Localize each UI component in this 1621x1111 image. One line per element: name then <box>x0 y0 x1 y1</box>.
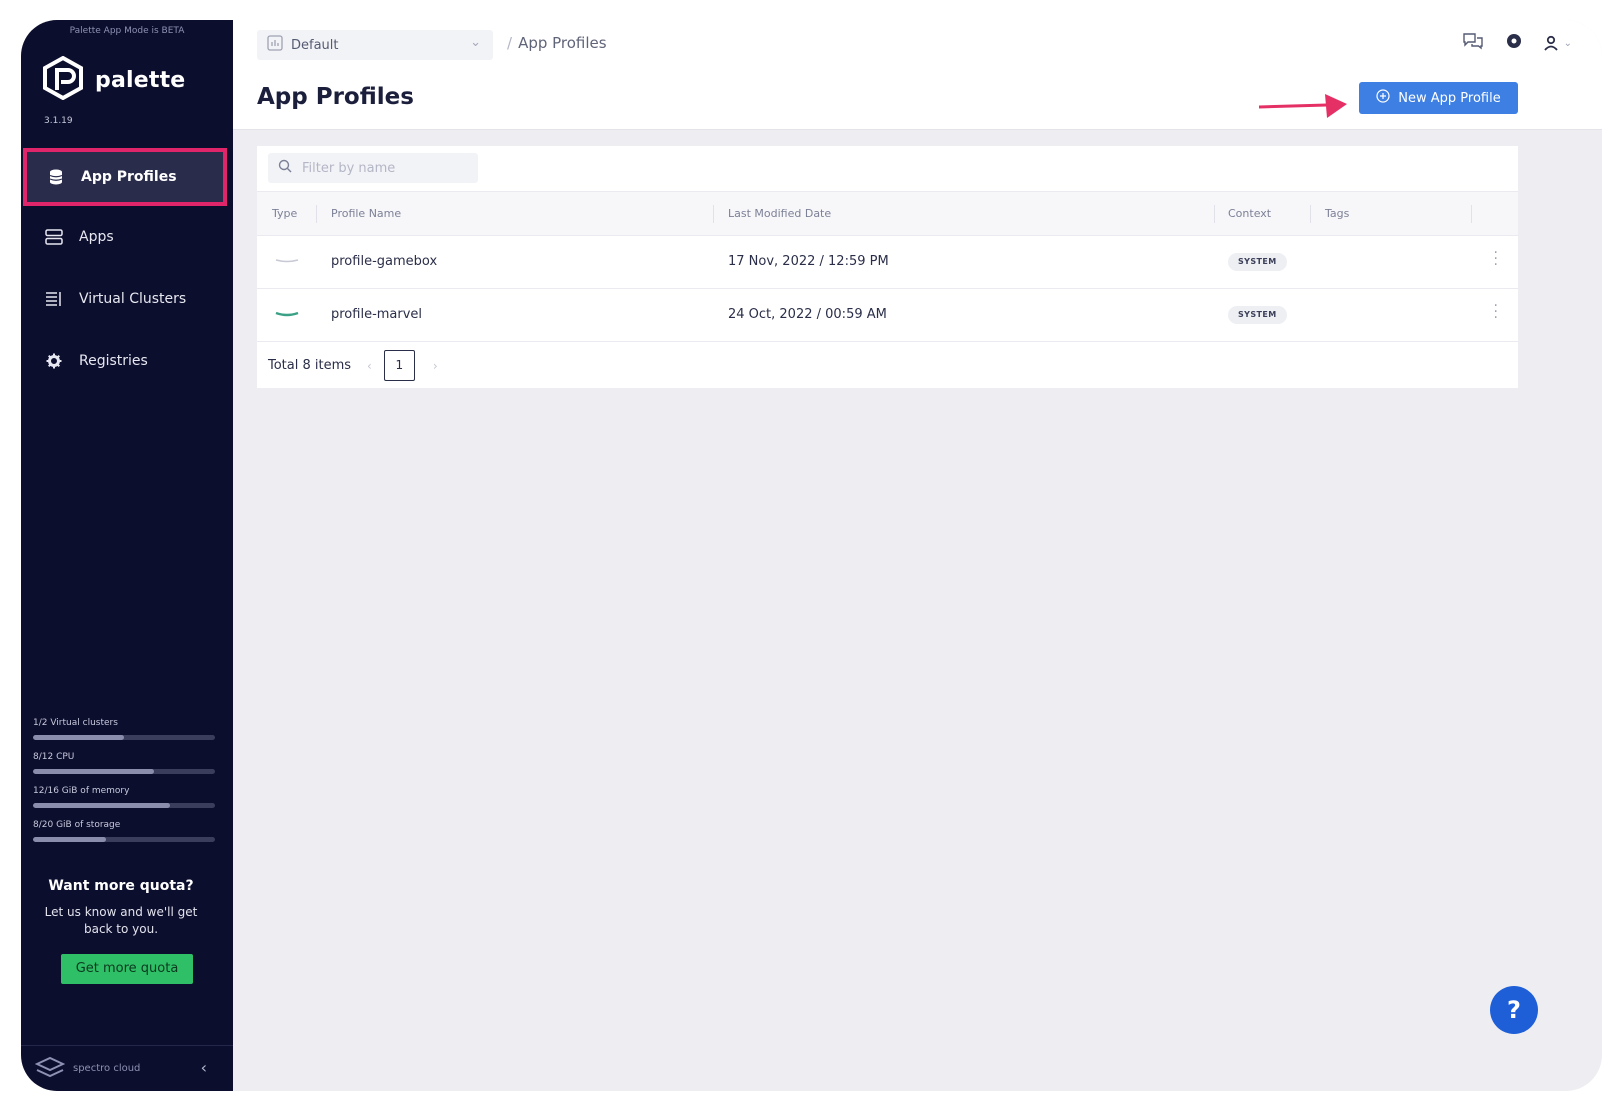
sidebar: Palette App Mode is BETA palette 3.1.19 … <box>21 20 233 1091</box>
chevron-right-icon[interactable]: › <box>433 359 438 373</box>
clusters-icon <box>45 290 63 308</box>
usage-fill <box>33 837 106 842</box>
profile-name[interactable]: profile-gamebox <box>331 254 437 269</box>
quota-text: Let us know and we'll get back to you. <box>44 905 198 936</box>
new-app-profile-label: New App Profile <box>1398 90 1501 106</box>
app-window: Palette App Mode is BETA palette 3.1.19 … <box>21 20 1602 1091</box>
usage-bar <box>33 837 215 842</box>
top-icons: ⌄ <box>1462 32 1572 54</box>
column-divider <box>316 205 317 223</box>
column-divider <box>1471 205 1472 223</box>
filter-placeholder: Filter by name <box>302 160 396 176</box>
usage-panel: 1/2 Virtual clusters 8/12 CPU 12/16 GiB … <box>33 718 215 854</box>
database-icon <box>47 168 65 186</box>
usage-label: 8/12 CPU <box>33 752 75 762</box>
sidebar-footer: spectro cloud ‹ <box>21 1045 233 1091</box>
page-button-current[interactable]: 1 <box>383 350 415 381</box>
column-divider <box>1214 205 1215 223</box>
breadcrumb-current: App Profiles <box>518 34 607 52</box>
project-name: Default <box>291 37 339 53</box>
help-button[interactable]: ? <box>1490 986 1538 1034</box>
context-badge: SYSTEM <box>1228 253 1287 271</box>
column-header-type[interactable]: Type <box>272 207 297 220</box>
project-icon <box>267 35 283 55</box>
page-title: App Profiles <box>257 84 414 110</box>
logo-text: palette <box>95 67 186 93</box>
column-header-profile-name[interactable]: Profile Name <box>331 207 401 220</box>
beta-note: Palette App Mode is BETA <box>69 26 185 36</box>
usage-bar <box>33 803 215 808</box>
version-label: 3.1.19 <box>44 116 73 126</box>
pagination: Total 8 items ‹ 1 › <box>268 350 450 381</box>
table-row[interactable]: profile-marvel 24 Oct, 2022 / 00:59 AM S… <box>257 289 1518 342</box>
column-header-last-modified[interactable]: Last Modified Date <box>728 207 831 220</box>
table-header: Type Profile Name Last Modified Date Con… <box>257 191 1518 236</box>
last-modified: 24 Oct, 2022 / 00:59 AM <box>728 307 887 322</box>
gear-icon <box>45 352 63 370</box>
table-row[interactable]: profile-gamebox 17 Nov, 2022 / 12:59 PM … <box>257 236 1518 289</box>
usage-label: 12/16 GiB of memory <box>33 786 130 796</box>
usage-label: 8/20 GiB of storage <box>33 820 121 830</box>
usage-label: 1/2 Virtual clusters <box>33 718 118 728</box>
palette-logo[interactable]: palette <box>41 55 186 104</box>
quota-title: Want more quota? <box>48 878 194 894</box>
total-items: Total 8 items <box>268 358 352 373</box>
server-icon <box>45 228 63 246</box>
usage-bar <box>33 769 215 774</box>
chevron-down-icon: ⌄ <box>470 35 481 50</box>
brand-name: spectro cloud <box>73 1063 141 1074</box>
project-select[interactable]: Default ⌄ <box>257 30 493 60</box>
profile-name[interactable]: profile-marvel <box>331 307 422 322</box>
profile-type-icon <box>275 307 299 322</box>
filter-input[interactable]: Filter by name <box>268 153 478 183</box>
usage-bar <box>33 735 215 740</box>
last-modified: 17 Nov, 2022 / 12:59 PM <box>728 254 889 269</box>
quota-panel: Want more quota? Let us know and we'll g… <box>21 878 221 984</box>
sidebar-item-label: Apps <box>79 229 114 245</box>
row-menu-icon[interactable]: · · · <box>1494 299 1498 325</box>
usage-fill <box>33 769 155 774</box>
column-header-tags[interactable]: Tags <box>1325 207 1349 220</box>
palette-logo-icon <box>41 55 85 104</box>
profile-type-icon <box>275 254 299 269</box>
collapse-sidebar-icon[interactable]: ‹ <box>201 1058 207 1077</box>
breadcrumb-separator: / <box>507 34 513 52</box>
plus-circle-icon <box>1376 89 1390 107</box>
annotation-arrow-icon <box>1258 94 1347 118</box>
spectro-cloud-logo-icon <box>34 1056 66 1082</box>
column-header-context[interactable]: Context <box>1228 207 1271 220</box>
sidebar-item-app-profiles[interactable]: App Profiles <box>23 148 227 206</box>
context-badge: SYSTEM <box>1228 306 1287 324</box>
sidebar-item-label: Virtual Clusters <box>79 291 187 307</box>
sidebar-item-apps[interactable]: Apps <box>21 208 233 266</box>
user-icon <box>1543 35 1558 51</box>
usage-fill <box>33 803 170 808</box>
column-divider <box>713 205 714 223</box>
chevron-left-icon[interactable]: ‹ <box>367 359 372 373</box>
column-divider <box>1310 205 1311 223</box>
chat-icon[interactable] <box>1462 32 1484 54</box>
get-more-quota-button[interactable]: Get more quota <box>61 954 193 984</box>
user-menu[interactable]: ⌄ <box>1543 35 1572 51</box>
sidebar-item-registries[interactable]: Registries <box>21 332 233 390</box>
profiles-panel: Filter by name Type Profile Name Last Mo… <box>257 146 1518 388</box>
settings-icon[interactable] <box>1506 33 1522 53</box>
new-app-profile-button[interactable]: New App Profile <box>1359 82 1518 114</box>
sidebar-item-label: App Profiles <box>81 169 177 185</box>
search-icon <box>278 159 292 177</box>
sidebar-item-virtual-clusters[interactable]: Virtual Clusters <box>21 270 233 328</box>
row-menu-icon[interactable]: · · · <box>1494 246 1498 272</box>
chevron-down-icon: ⌄ <box>1563 37 1572 49</box>
top-bar: Default ⌄ / App Profiles App Profiles ⌄ <box>233 20 1602 130</box>
breadcrumb: / App Profiles <box>507 34 607 52</box>
sidebar-item-label: Registries <box>79 353 148 369</box>
usage-fill <box>33 735 124 740</box>
